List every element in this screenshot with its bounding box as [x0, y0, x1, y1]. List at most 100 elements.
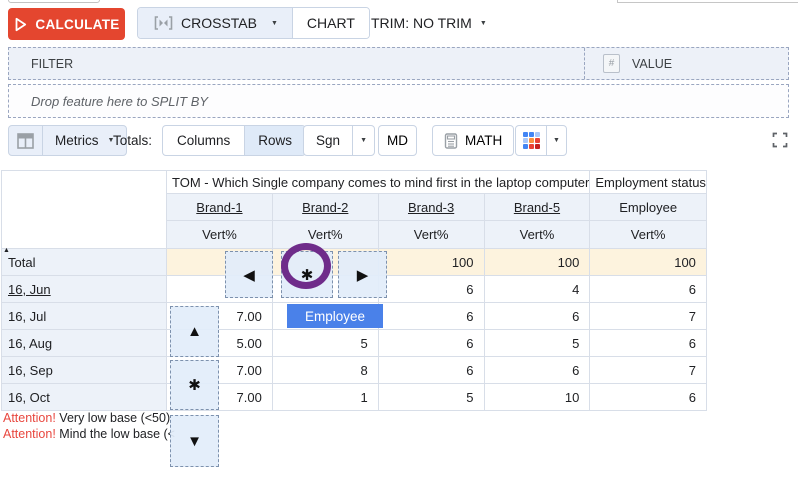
row-header-aug[interactable]: 16, Aug: [2, 330, 167, 357]
column-group-header-tom: TOM - Which Single company comes to mind…: [167, 171, 590, 194]
totals-columns-toggle[interactable]: Columns: [163, 126, 244, 155]
attention-note-2: Attention! Mind the low base (<: [3, 427, 175, 441]
totals-toggle-group: Columns Rows: [162, 125, 306, 156]
columns-label: Columns: [177, 133, 230, 148]
trim-label: TRIM: NO TRIM: [371, 15, 472, 31]
rows-label: Rows: [258, 133, 292, 148]
cell: 5: [484, 330, 590, 357]
view-toggle-group: CROSSTAB ▼ CHART: [137, 7, 370, 39]
chevron-down-icon: ▼: [553, 137, 560, 144]
calculate-label: CALCULATE: [35, 17, 119, 32]
math-label: MATH: [465, 133, 502, 148]
cell: 10: [484, 384, 590, 411]
cell: 1: [272, 384, 378, 411]
play-icon: [13, 17, 28, 32]
trim-dropdown[interactable]: TRIM: NO TRIM ▼: [363, 7, 495, 39]
table-corner-cell: [2, 171, 167, 249]
calculator-icon: [444, 133, 458, 149]
column-header-brand-2[interactable]: Brand-2: [302, 200, 348, 215]
cell: 6: [378, 276, 484, 303]
fullscreen-button[interactable]: [771, 132, 789, 150]
attention-text: Very low base (<50): [56, 411, 170, 425]
metric-cell: Vert%: [378, 221, 484, 249]
chart-button[interactable]: CHART: [292, 8, 369, 38]
clipped-tab-remnant: [8, 0, 100, 3]
cell: 7: [590, 303, 707, 330]
arrow-left-icon: ◀: [243, 266, 255, 284]
column-header-brand-3[interactable]: Brand-3: [408, 200, 454, 215]
metrics-group: Metrics ▼: [8, 125, 127, 156]
numeric-hash-icon: #: [603, 54, 620, 73]
totals-rows-toggle[interactable]: Rows: [244, 126, 305, 155]
metric-cell: Vert%: [272, 221, 378, 249]
filter-label: FILTER: [9, 57, 73, 71]
column-header-brand-1[interactable]: Brand-1: [196, 200, 242, 215]
attention-text: Mind the low base (<: [56, 427, 175, 441]
dragged-feature-chip[interactable]: Employee: [287, 304, 383, 328]
chevron-down-icon: ▼: [360, 137, 367, 144]
filter-drop-zone[interactable]: FILTER # VALUE: [8, 47, 789, 80]
cell: 6: [378, 303, 484, 330]
attention-prefix: Attention!: [3, 427, 56, 441]
cell: 6: [484, 357, 590, 384]
color-palette-group: ▼: [515, 125, 567, 156]
asterisk-icon: ✱: [301, 266, 314, 284]
row-header-jul[interactable]: 16, Jul: [2, 303, 167, 330]
arrow-right-icon: ▶: [357, 266, 369, 284]
chart-label: CHART: [307, 15, 355, 31]
value-label: VALUE: [632, 57, 672, 71]
cell: 6: [590, 384, 707, 411]
calculate-button[interactable]: CALCULATE: [8, 8, 125, 40]
sgn-group: Sgn ▼: [303, 125, 375, 156]
cell: 5: [272, 330, 378, 357]
metric-cell: Vert%: [590, 221, 707, 249]
metric-cell: Vert%: [167, 221, 273, 249]
row-header-total[interactable]: Total: [2, 249, 167, 276]
column-group-header-employment: Employment status: [590, 171, 707, 194]
cell: 100: [484, 249, 590, 276]
drop-replace-column-button[interactable]: ✱: [281, 251, 333, 298]
row-header-sep[interactable]: 16, Sep: [2, 357, 167, 384]
chevron-down-icon: ▼: [480, 20, 487, 27]
fullscreen-icon: [772, 132, 788, 148]
metrics-label: Metrics: [55, 133, 99, 148]
table-layout-button[interactable]: [9, 126, 43, 155]
attention-prefix: Attention!: [3, 411, 56, 425]
dragged-feature-label: Employee: [305, 309, 365, 324]
palette-dropdown[interactable]: ▼: [546, 126, 566, 155]
column-header-brand-5[interactable]: Brand-5: [514, 200, 560, 215]
drop-insert-right-button[interactable]: ▶: [338, 251, 387, 298]
arrow-down-icon: ▼: [187, 433, 202, 450]
drop-insert-above-button[interactable]: ▲: [170, 306, 219, 357]
totals-label: Totals:: [113, 125, 152, 156]
attention-note-1: Attention! Very low base (<50): [3, 411, 170, 425]
cell: 6: [484, 303, 590, 330]
crosstab-label: CROSSTAB: [181, 15, 257, 31]
split-by-drop-zone[interactable]: Drop feature here to SPLIT BY: [8, 84, 789, 118]
split-by-placeholder: Drop feature here to SPLIT BY: [9, 94, 208, 109]
clipped-panel-edge: [617, 0, 798, 3]
md-button[interactable]: MD: [378, 125, 417, 156]
row-header-jun[interactable]: 16, Jun: [8, 282, 51, 297]
crosstab-icon: [154, 16, 173, 30]
sgn-button[interactable]: Sgn: [304, 126, 352, 155]
math-button[interactable]: MATH: [432, 125, 514, 156]
cell: 4: [484, 276, 590, 303]
cell: 6: [590, 330, 707, 357]
metric-cell: Vert%: [484, 221, 590, 249]
md-label: MD: [387, 133, 408, 148]
cell: 5: [378, 384, 484, 411]
drop-insert-below-button[interactable]: ▼: [170, 415, 219, 467]
crosstab-button[interactable]: CROSSTAB ▼: [138, 8, 292, 38]
cell: 6: [378, 357, 484, 384]
value-drop-zone[interactable]: # VALUE: [584, 48, 788, 79]
arrow-up-icon: ▲: [187, 323, 202, 340]
row-header-oct[interactable]: 16, Oct: [2, 384, 167, 411]
sgn-label: Sgn: [316, 133, 340, 148]
drop-replace-row-button[interactable]: ✱: [170, 360, 219, 410]
crosstab-app: CALCULATE CROSSTAB ▼ CHART TRIM: NO TRIM…: [0, 0, 798, 495]
sgn-dropdown[interactable]: ▼: [352, 126, 374, 155]
color-palette-button[interactable]: [516, 126, 546, 155]
column-header-employee: Employee: [619, 200, 677, 215]
drop-insert-left-button[interactable]: ◀: [225, 251, 273, 298]
